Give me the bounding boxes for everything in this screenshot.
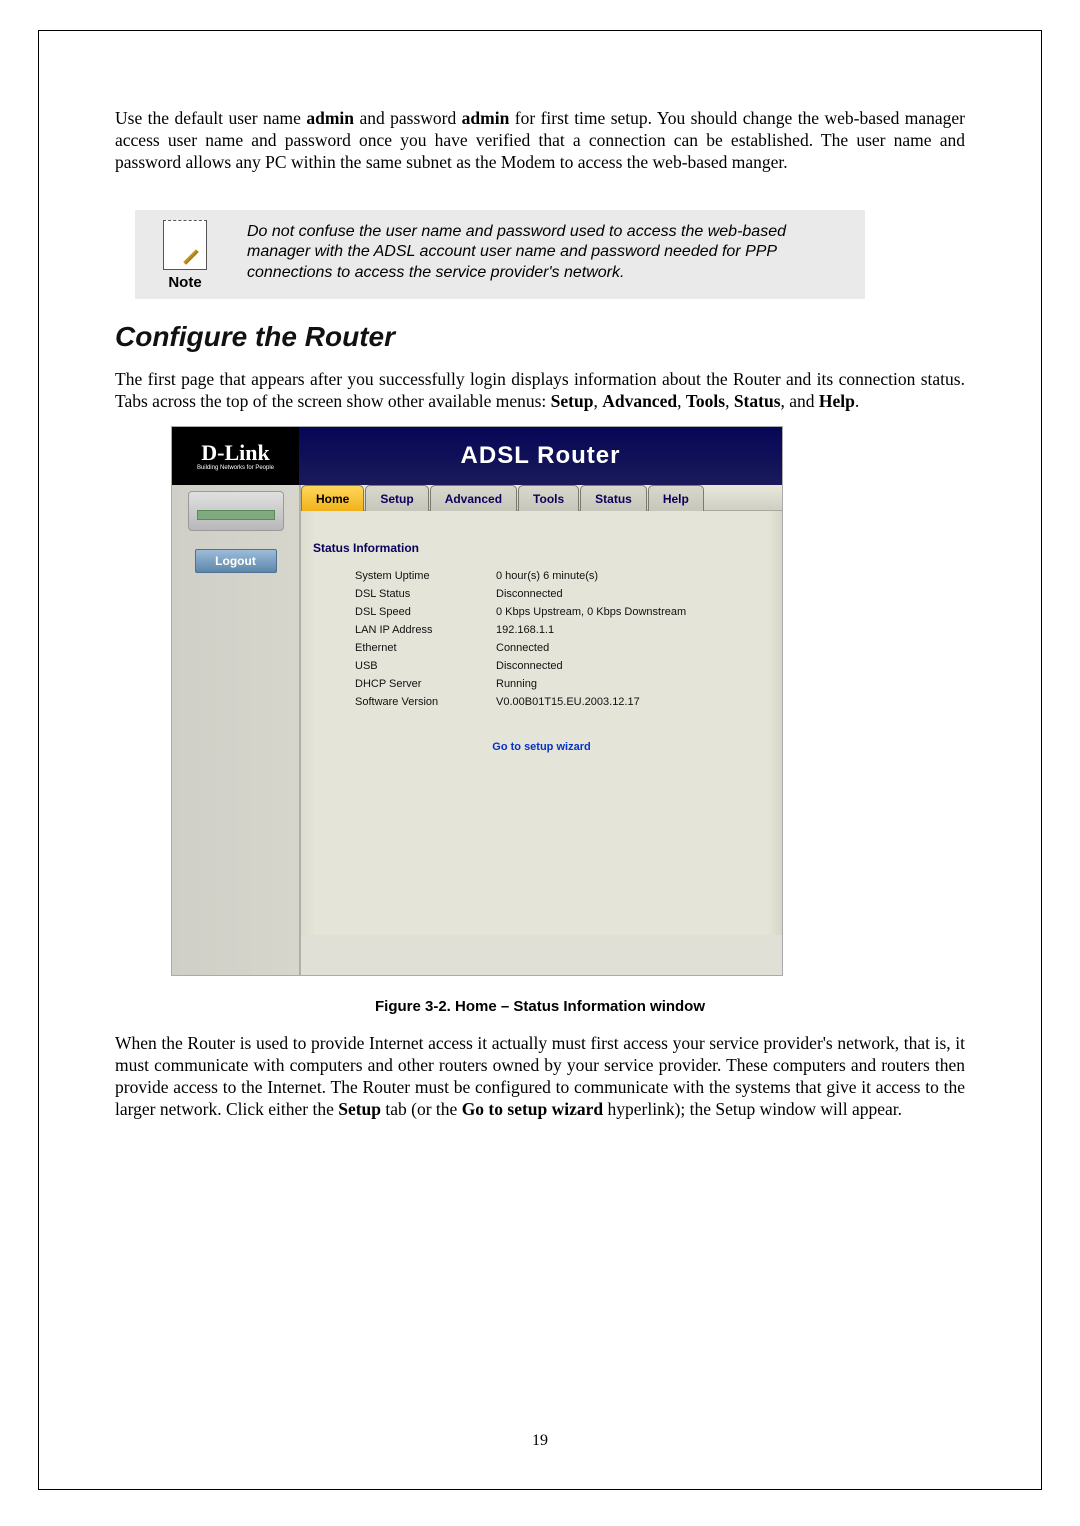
password-bold: admin [462,108,510,128]
status-section-title: Status Information [313,541,770,555]
section-heading: Configure the Router [115,321,965,353]
closing-paragraph: When the Router is used to provide Inter… [115,1033,965,1121]
text: and password [354,108,462,128]
router-ui: D-Link Building Networks for People ADSL… [171,426,783,976]
setup-bold: Setup [338,1099,381,1119]
row-value: Connected [488,642,770,654]
tab-home[interactable]: Home [301,485,364,511]
row-label: DSL Status [313,588,488,600]
modem-image [188,491,284,531]
tab-help[interactable]: Help [648,485,704,511]
table-row: DHCP ServerRunning [313,675,770,693]
row-label: LAN IP Address [313,624,488,636]
text: hyperlink); the Setup window will appear… [603,1099,902,1119]
page-number: 19 [0,1432,1080,1450]
text: . [855,391,859,411]
row-value: Running [488,678,770,690]
tab-name: Advanced [602,391,677,411]
router-header: D-Link Building Networks for People ADSL… [172,427,782,485]
text: tab (or the [381,1099,462,1119]
tab-name: Tools [686,391,725,411]
note-caption: Note [168,274,201,291]
row-value: 0 Kbps Upstream, 0 Kbps Downstream [488,606,770,618]
tab-status[interactable]: Status [580,485,647,511]
brand-logo: D-Link [201,442,269,464]
setup-wizard-link[interactable]: Go to setup wizard [313,741,770,753]
tab-row: Home Setup Advanced Tools Status Help [301,485,782,511]
router-title: ADSL Router [461,442,621,470]
sep: , [725,391,734,411]
table-row: DSL StatusDisconnected [313,585,770,603]
note-text: Do not confuse the user name and passwor… [229,220,853,284]
main-inner: Status Information System Uptime0 hour(s… [301,511,782,935]
table-row: System Uptime0 hour(s) 6 minute(s) [313,567,770,585]
table-row: EthernetConnected [313,639,770,657]
tab-name: Status [734,391,781,411]
pencil-icon [184,247,202,265]
tab-name: Help [819,391,855,411]
spacer [313,753,770,923]
brand-tagline: Building Networks for People [197,465,274,471]
table-row: DSL Speed0 Kbps Upstream, 0 Kbps Downstr… [313,603,770,621]
row-value: 192.168.1.1 [488,624,770,636]
content-area: Use the default user name admin and pass… [115,108,965,1135]
router-body: Logout Home Setup Advanced Tools Status … [172,485,782,975]
row-value: 0 hour(s) 6 minute(s) [488,570,770,582]
row-label: Software Version [313,696,488,708]
row-label: System Uptime [313,570,488,582]
table-row: Software VersionV0.00B01T15.EU.2003.12.1… [313,693,770,711]
after-heading-paragraph: The first page that appears after you su… [115,369,965,413]
main-panel: Home Setup Advanced Tools Status Help St… [299,485,782,975]
note-icon [163,220,207,270]
sidebar: Logout [172,485,299,975]
tab-advanced[interactable]: Advanced [430,485,517,511]
sep: , [593,391,602,411]
figure-caption: Figure 3-2. Home – Status Information wi… [115,998,965,1015]
tab-name: Setup [551,391,594,411]
row-value: V0.00B01T15.EU.2003.12.17 [488,696,770,708]
wizard-bold: Go to setup wizard [462,1099,603,1119]
brand-cell: D-Link Building Networks for People [172,427,299,485]
tab-setup[interactable]: Setup [365,485,428,511]
note-box: Note Do not confuse the user name and pa… [135,210,865,299]
status-table: System Uptime0 hour(s) 6 minute(s) DSL S… [313,567,770,711]
logout-button[interactable]: Logout [195,549,277,573]
row-label: Ethernet [313,642,488,654]
row-label: USB [313,660,488,672]
tab-tools[interactable]: Tools [518,485,579,511]
row-label: DSL Speed [313,606,488,618]
title-cell: ADSL Router [299,427,782,485]
sep: , and [781,391,819,411]
table-row: USBDisconnected [313,657,770,675]
text: Use the default user name [115,108,306,128]
table-row: LAN IP Address192.168.1.1 [313,621,770,639]
sep: , [677,391,686,411]
row-value: Disconnected [488,588,770,600]
username-bold: admin [306,108,354,128]
row-value: Disconnected [488,660,770,672]
note-icon-column: Note [141,220,229,291]
intro-paragraph: Use the default user name admin and pass… [115,108,965,174]
row-label: DHCP Server [313,678,488,690]
